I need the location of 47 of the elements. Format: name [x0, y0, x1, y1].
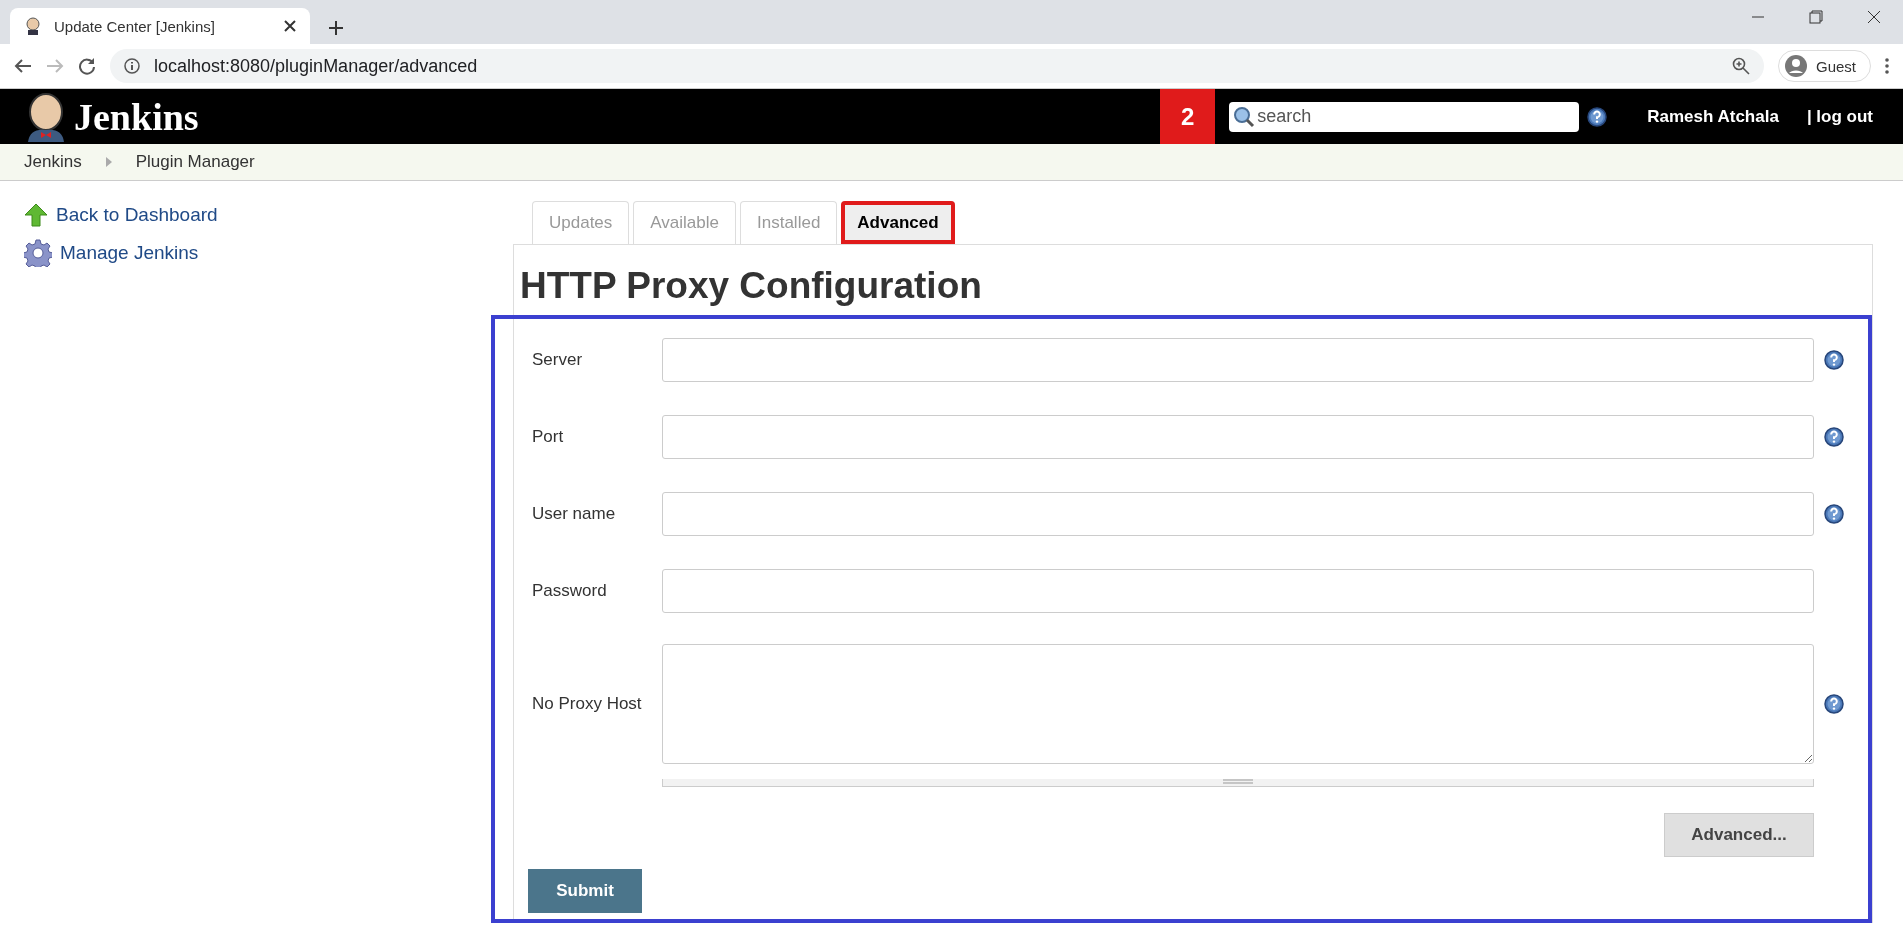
menu-icon[interactable] — [1885, 58, 1889, 74]
resize-handle[interactable] — [662, 779, 1814, 787]
close-icon[interactable] — [1867, 10, 1881, 24]
field-label: Port — [532, 426, 565, 447]
text-field[interactable] — [662, 414, 1814, 459]
up-arrow-icon — [24, 203, 48, 227]
field-label: Password — [532, 580, 608, 601]
url-text: localhost:8080/pluginManager/advanced — [154, 55, 479, 77]
address-bar[interactable]: localhost:8080/pluginManager/advanced — [110, 49, 1764, 83]
advanced-button[interactable]: Advanced... — [1664, 813, 1814, 857]
help-icon[interactable] — [1824, 426, 1844, 447]
new-tab-icon[interactable] — [328, 20, 344, 36]
butler-icon — [24, 17, 42, 35]
breadcrumb-link[interactable]: Jenkins — [24, 152, 82, 172]
avatar-icon — [1783, 54, 1808, 78]
jenkins-logo-text[interactable]: Jenkins — [74, 94, 199, 139]
chevron-icon — [105, 157, 112, 167]
text-field[interactable] — [662, 337, 1814, 382]
back-icon[interactable] — [14, 57, 32, 75]
search-icon — [1233, 105, 1256, 128]
field-label: No Proxy Host — [532, 694, 643, 714]
password-field[interactable] — [662, 568, 1814, 613]
restore-icon[interactable] — [1809, 10, 1823, 24]
reload-icon[interactable] — [78, 57, 96, 75]
gear-icon — [24, 239, 52, 267]
browser-tab[interactable]: Update Center [Jenkins] — [10, 8, 310, 44]
annotation-number: 2 — [1160, 89, 1216, 144]
help-icon[interactable] — [1824, 503, 1844, 524]
breadcrumb-link[interactable]: Plugin Manager — [135, 152, 255, 172]
tab[interactable]: Advanced — [841, 201, 955, 244]
search-field[interactable]: search — [1229, 101, 1580, 132]
logout-link[interactable]: | log out — [1806, 106, 1873, 127]
help-icon[interactable] — [1824, 349, 1844, 370]
sidebar-link[interactable]: Back to Dashboard — [56, 204, 218, 226]
close-icon[interactable] — [284, 20, 296, 32]
info-icon — [124, 58, 140, 74]
field-label: Server — [532, 349, 584, 370]
submit-button[interactable]: Submit — [528, 869, 642, 913]
profile-button[interactable]: Guest — [1777, 50, 1871, 82]
text-field[interactable] — [662, 491, 1814, 536]
section-heading: HTTP Proxy Configuration — [520, 265, 983, 307]
zoom-icon[interactable] — [1731, 57, 1750, 75]
help-icon[interactable] — [1587, 106, 1608, 127]
sidebar-link[interactable]: Manage Jenkins — [60, 242, 199, 264]
field-label: User name — [532, 503, 617, 524]
user-link[interactable]: Ramesh Atchala — [1647, 106, 1779, 127]
help-icon[interactable] — [1824, 694, 1844, 714]
